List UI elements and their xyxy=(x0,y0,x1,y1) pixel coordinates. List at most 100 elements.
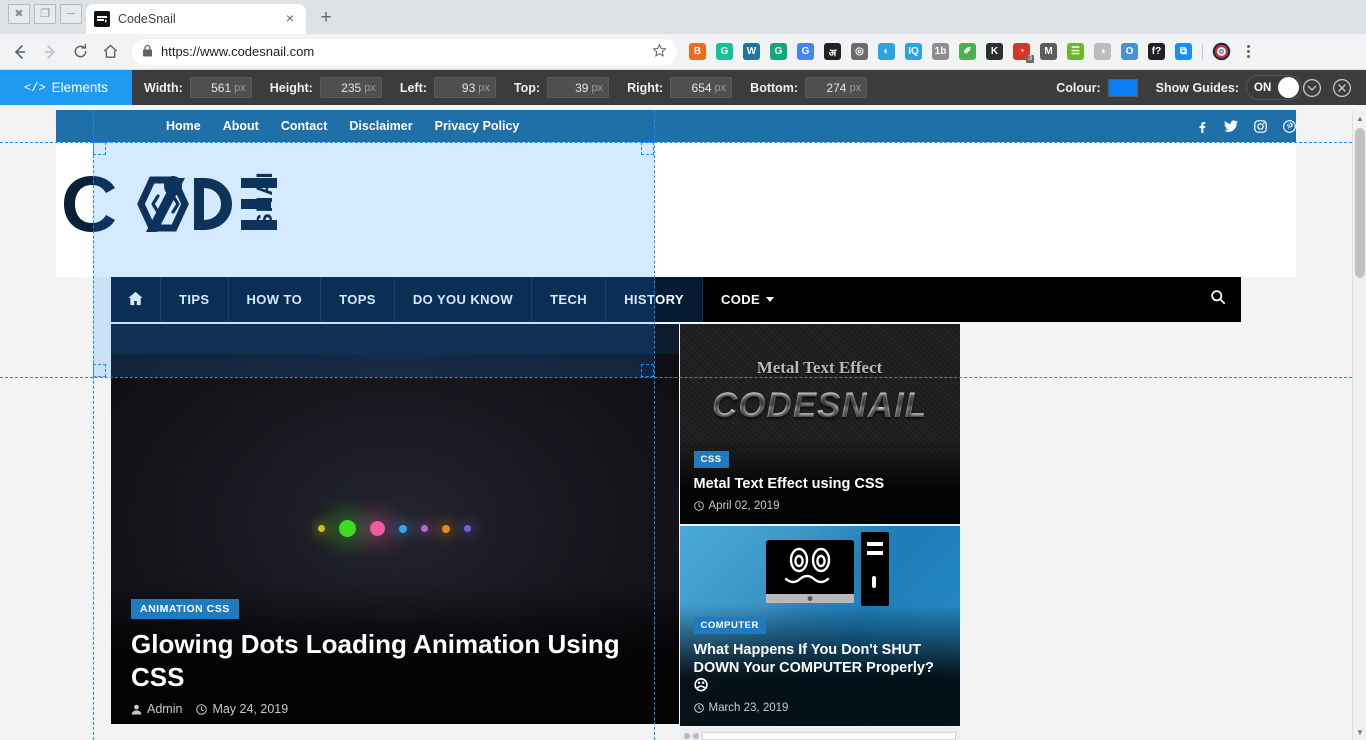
post-category-badge[interactable]: CSS xyxy=(693,450,729,468)
nav-dropdown-label: CODE xyxy=(720,292,761,307)
scrollbar-thumb[interactable] xyxy=(1355,128,1365,278)
post-card-shutdown-computer[interactable]: COMPUTER What Happens If You Don't SHUT … xyxy=(679,526,960,726)
instagram-icon[interactable] xyxy=(1254,119,1267,133)
nav-item-tips[interactable]: TIPS xyxy=(161,277,229,322)
video-downloader-extension[interactable]: ◎ xyxy=(847,39,872,64)
glowing-dot xyxy=(370,521,386,536)
chevron-down-circle-icon[interactable] xyxy=(1302,78,1322,98)
topbar-link-home[interactable]: Home xyxy=(166,119,201,133)
nav-item-how-to[interactable]: HOW TO xyxy=(229,277,322,322)
post-title[interactable]: Metal Text Effect using CSS xyxy=(694,475,946,493)
grammarly-green-extension[interactable]: G xyxy=(766,39,791,64)
nav-search-button[interactable] xyxy=(1195,277,1241,322)
elements-brand[interactable]: </> Elements xyxy=(0,70,132,105)
post-category-badge[interactable]: ANIMATION CSS xyxy=(131,599,239,619)
mercury-extension[interactable]: ◑ xyxy=(1090,39,1115,64)
post-card-metal-text[interactable]: Metal Text Effect CODESNAIL CSS Metal Te… xyxy=(679,324,960,524)
grid-ruler-extension[interactable]: ⧉ xyxy=(1171,39,1196,64)
post-date-text: March 23, 2019 xyxy=(708,702,789,714)
nav-item-tops[interactable]: TOPS xyxy=(321,277,395,322)
code-brackets-icon: </> xyxy=(24,80,46,95)
nav-spacer xyxy=(792,277,1195,322)
measure-field-input[interactable]: 654 px xyxy=(670,77,733,98)
iq-extension[interactable]: IQ xyxy=(901,39,926,64)
window-minimize-button[interactable]: ─ xyxy=(60,4,82,24)
site-logo[interactable]: SNAIL xyxy=(56,170,284,242)
mailtrack-extension[interactable]: M xyxy=(1036,39,1061,64)
back-arrow-icon[interactable] xyxy=(6,38,34,66)
measure-field-unit: px xyxy=(591,81,604,94)
whatfont-extension[interactable]: f? xyxy=(1144,39,1169,64)
page-scrollbar[interactable]: ▲ ▼ xyxy=(1352,110,1366,740)
measure-field-input[interactable]: 561 px xyxy=(189,77,252,98)
page-viewport: Home About Contact Disclaimer Privacy Policy xyxy=(0,110,1366,740)
measure-field-input[interactable]: 39 px xyxy=(547,77,610,98)
nav-item-do-you-know[interactable]: DO YOU KNOW xyxy=(395,277,533,322)
opera-extension[interactable]: O xyxy=(1117,39,1142,64)
measure-field-label: Height: xyxy=(269,80,313,95)
forward-arrow-icon[interactable] xyxy=(36,38,64,66)
glowing-dot xyxy=(339,520,357,537)
lock-icon xyxy=(142,44,153,60)
measure-field-input[interactable]: 274 px xyxy=(805,77,868,98)
window-close-button[interactable]: ✖ xyxy=(8,4,30,24)
url-text: https://www.codesnail.com xyxy=(161,44,315,59)
chrome-menu-icon[interactable] xyxy=(1236,40,1260,64)
reload-icon[interactable] xyxy=(66,38,94,66)
post-title[interactable]: Glowing Dots Loading Animation Using CSS xyxy=(131,628,659,693)
elements-brand-label: Elements xyxy=(51,80,108,95)
measure-field-unit: px xyxy=(478,81,490,94)
topbar-link-about[interactable]: About xyxy=(223,119,259,133)
glowing-dot xyxy=(421,525,429,532)
evernote-webclipper-extension[interactable]: ☰ xyxy=(1063,39,1088,64)
kaspersky-extension[interactable]: K xyxy=(982,39,1007,64)
topbar-link-contact[interactable]: Contact xyxy=(281,119,328,133)
measure-field-height: Height: 235 px xyxy=(270,77,382,98)
address-bar[interactable]: https://www.codesnail.com xyxy=(132,38,677,65)
colour-swatch[interactable] xyxy=(1107,78,1138,97)
scroll-up-arrow-icon[interactable]: ▲ xyxy=(1353,110,1366,126)
post-meta: April 02, 2019 xyxy=(693,500,946,512)
google-translate-extension[interactable]: G xyxy=(793,39,818,64)
1b-extension[interactable]: 1b xyxy=(928,39,953,64)
measure-field-label: Width: xyxy=(144,80,183,95)
measure-field-top: Top: 39 px xyxy=(514,77,610,98)
measure-field-value: 561 xyxy=(211,80,232,95)
nav-item-code-dropdown[interactable]: CODE xyxy=(702,277,793,322)
tab-strip: ✖ ❐ ─ CodeSnail × + xyxy=(0,0,1366,34)
show-guides-toggle[interactable]: ON xyxy=(1246,75,1302,100)
measure-field-width: Width: 561 px xyxy=(144,77,252,98)
measure-field-input[interactable]: 93 px xyxy=(433,77,496,98)
twitter-icon[interactable] xyxy=(1224,119,1238,133)
scroll-down-arrow-icon[interactable]: ▼ xyxy=(1353,724,1366,740)
blogger-extension[interactable]: B xyxy=(685,39,710,64)
measure-field-label: Right: xyxy=(627,80,664,95)
hindi-input-extension[interactable]: अ xyxy=(820,39,845,64)
nav-item-tech[interactable]: TECH xyxy=(532,277,607,322)
post-card-featured[interactable]: ANIMATION CSS Glowing Dots Loading Anima… xyxy=(111,324,679,724)
profile-avatar-icon[interactable] xyxy=(1209,39,1234,64)
topbar-link-disclaimer[interactable]: Disclaimer xyxy=(349,119,412,133)
close-circle-icon[interactable] xyxy=(1332,78,1352,98)
tab-close-icon[interactable]: × xyxy=(282,11,298,27)
window-restore-button[interactable]: ❐ xyxy=(34,4,56,24)
browser-tab[interactable]: CodeSnail × xyxy=(86,4,306,34)
wordpress-extension[interactable]: W xyxy=(739,39,764,64)
eyedropper-extension[interactable]: ✐ xyxy=(955,39,980,64)
adblock-extension[interactable]: ◔ 3 xyxy=(1009,39,1034,64)
home-icon[interactable] xyxy=(96,38,124,66)
pinterest-icon[interactable] xyxy=(1283,119,1296,133)
post-card-css-button-border[interactable]: Button ANIMATION CSS Cool CSS Button Bor… xyxy=(679,728,960,740)
facebook-icon[interactable] xyxy=(1195,120,1208,133)
bookmark-star-icon[interactable] xyxy=(652,42,667,61)
nav-item-history[interactable]: HISTORY xyxy=(606,277,703,322)
topbar-link-privacy-policy[interactable]: Privacy Policy xyxy=(435,119,520,133)
internet-download-manager-extension[interactable]: ◐ xyxy=(874,39,899,64)
post-title[interactable]: What Happens If You Don't SHUT DOWN Your… xyxy=(694,641,946,695)
post-category-badge[interactable]: COMPUTER xyxy=(693,616,766,634)
nav-item-home[interactable] xyxy=(111,277,161,322)
colour-label: Colour: xyxy=(1056,80,1101,95)
new-tab-button[interactable]: + xyxy=(312,4,340,32)
grammarly-extension[interactable]: G xyxy=(712,39,737,64)
measure-field-input[interactable]: 235 px xyxy=(319,77,382,98)
